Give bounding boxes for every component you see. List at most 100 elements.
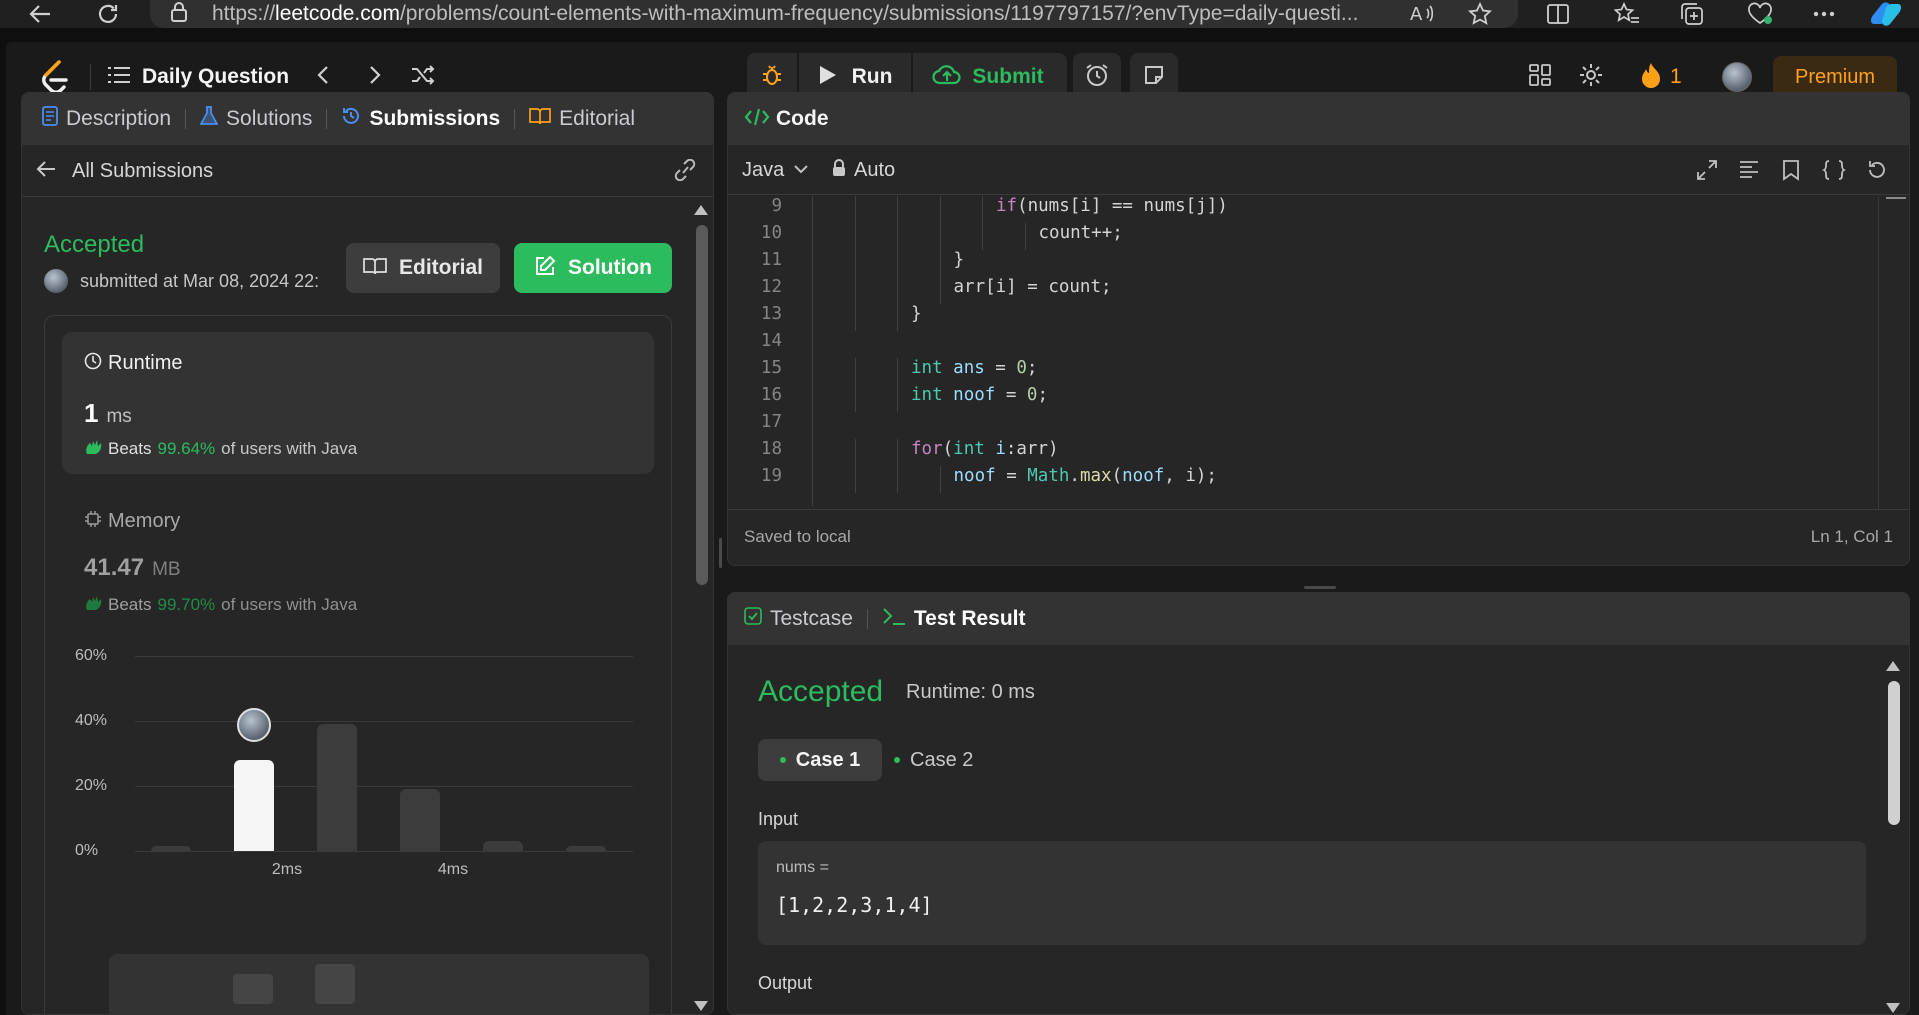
chart-bar[interactable] [565, 846, 606, 851]
format-align-icon[interactable] [1738, 159, 1760, 186]
runtime-card[interactable]: Runtime 1 ms Beats 99.64% of users with … [62, 332, 654, 474]
code-panel: Code Java Auto 9 if(nums[i] == nums[j]) 10… [727, 92, 1910, 566]
random-problem-button[interactable] [410, 60, 436, 94]
code-text: noof = Math.max(noof, i); [953, 466, 1217, 486]
leetcode-logo-icon[interactable] [40, 60, 70, 94]
list-icon [108, 66, 130, 89]
line-number: 12 [760, 277, 782, 297]
favorite-star-icon[interactable] [1468, 0, 1492, 28]
layout-button[interactable] [1528, 60, 1552, 94]
case-1-label: Case 1 [795, 748, 861, 771]
code-line: 12 arr[i] = count; [728, 277, 1878, 304]
reset-icon[interactable] [1866, 159, 1888, 186]
tab-description[interactable]: Description [42, 93, 171, 145]
chart-y-tick-label: 0% [75, 842, 99, 859]
solution-button[interactable]: Solution [514, 243, 672, 293]
memory-title: Memory [108, 510, 181, 532]
runtime-value: 1 [84, 398, 99, 428]
collections-icon[interactable] [1680, 0, 1706, 28]
arrow-left-icon [36, 160, 56, 183]
chart-y-tick-label: 20% [75, 777, 108, 794]
copilot-icon[interactable] [1868, 0, 1904, 28]
play-icon [818, 64, 838, 91]
nav-divider [90, 64, 91, 90]
tab-testcase-label: Testcase [770, 607, 853, 630]
read-aloud-icon[interactable]: A [1410, 0, 1436, 28]
refresh-icon[interactable] [94, 0, 122, 28]
bookmark-icon[interactable] [1782, 159, 1800, 186]
line-number: 13 [760, 304, 782, 324]
code-brackets-icon [744, 107, 770, 132]
svg-text:A: A [1410, 4, 1423, 25]
shuffle-icon [410, 64, 436, 91]
code-text: int ans = 0; [911, 358, 1038, 378]
streak-counter[interactable]: 1 [1640, 60, 1682, 94]
pass-dot-icon [894, 757, 900, 763]
code-editor[interactable]: 9 if(nums[i] == nums[j]) 10 count++; 11} 12 ar… [728, 196, 1878, 506]
left-scroll-down-arrow[interactable] [694, 1001, 708, 1011]
user-avatar[interactable] [1722, 60, 1752, 94]
runtime-beats-pct: 99.64% [157, 438, 216, 458]
tab-testcase[interactable]: Testcase [744, 593, 853, 645]
code-text: } [953, 250, 965, 270]
favorites-icon[interactable] [1614, 0, 1640, 28]
chart-bar[interactable] [150, 846, 191, 851]
auto-mode[interactable]: Auto [832, 155, 895, 185]
problem-list-button[interactable]: Daily Question [108, 60, 289, 94]
tab-solutions[interactable]: Solutions [199, 93, 312, 145]
memory-card[interactable]: Memory 41.47 MB Beats 99.70% of users wi… [62, 492, 654, 622]
line-number: 16 [760, 385, 782, 405]
chart-bar[interactable] [233, 760, 274, 851]
case-2-tab[interactable]: Case 2 [894, 739, 994, 781]
editorial-button-label: Editorial [398, 256, 483, 279]
address-bar[interactable]: https://leetcode.com/problems/count-elem… [150, 0, 1518, 28]
test-scroll-up-arrow[interactable] [1886, 661, 1900, 671]
line-number: 18 [760, 439, 782, 459]
tab-editorial[interactable]: Editorial [529, 93, 635, 145]
all-submissions-link[interactable]: All Submissions [36, 155, 213, 187]
back-arrow-icon[interactable] [26, 0, 54, 28]
code-line: 14 [728, 331, 1878, 358]
memory-unit: MB [152, 559, 181, 580]
submitter-avatar [44, 269, 68, 293]
case-1-tab[interactable]: Case 1 [758, 739, 882, 781]
code-line: 10 count++; [728, 223, 1878, 250]
fullscreen-icon[interactable] [1696, 159, 1718, 186]
left-scrollbar-thumb[interactable] [696, 225, 708, 585]
tab-test-result[interactable]: Test Result [882, 593, 1026, 645]
split-screen-icon[interactable] [1546, 0, 1570, 28]
editorial-button[interactable]: Editorial [346, 243, 500, 293]
horizontal-splitter[interactable] [1304, 586, 1336, 589]
chart-bar[interactable] [399, 789, 440, 851]
chart-bar[interactable] [316, 724, 357, 851]
curly-braces-icon[interactable] [1821, 159, 1847, 186]
chart-x-tick-label: 2ms [271, 861, 303, 878]
chart-bar[interactable] [482, 841, 523, 851]
tab-submissions[interactable]: Submissions [341, 93, 500, 145]
input-label: Input [758, 809, 799, 829]
browser-essentials-icon[interactable] [1746, 0, 1774, 28]
vertical-splitter[interactable] [719, 538, 722, 568]
prev-problem-button[interactable] [316, 60, 330, 94]
left-scroll-up-arrow[interactable] [694, 205, 708, 215]
code-text: for(int i:arr) [911, 439, 1059, 459]
chart-gridline [135, 656, 633, 657]
more-options-icon[interactable] [1812, 0, 1836, 28]
settings-button[interactable] [1578, 60, 1604, 94]
memory-beats-prefix: Beats [108, 594, 152, 614]
test-scrollbar-thumb[interactable] [1888, 681, 1900, 825]
solution-button-label: Solution [568, 256, 652, 279]
code-text: int noof = 0; [911, 385, 1049, 405]
flask-icon [199, 106, 219, 132]
output-label: Output [758, 973, 813, 993]
chevron-left-icon [316, 64, 330, 91]
language-select[interactable]: Java [742, 155, 808, 185]
memory-beats-pct: 99.70% [157, 594, 216, 614]
chart-gridline [135, 721, 633, 722]
tab-submissions-label: Submissions [369, 107, 501, 130]
next-problem-button[interactable] [368, 60, 382, 94]
chip-icon [84, 510, 102, 533]
code-scrollbar-thumb[interactable] [1886, 197, 1906, 199]
test-scroll-down-arrow[interactable] [1886, 1003, 1900, 1013]
copy-link-icon[interactable] [672, 158, 698, 186]
